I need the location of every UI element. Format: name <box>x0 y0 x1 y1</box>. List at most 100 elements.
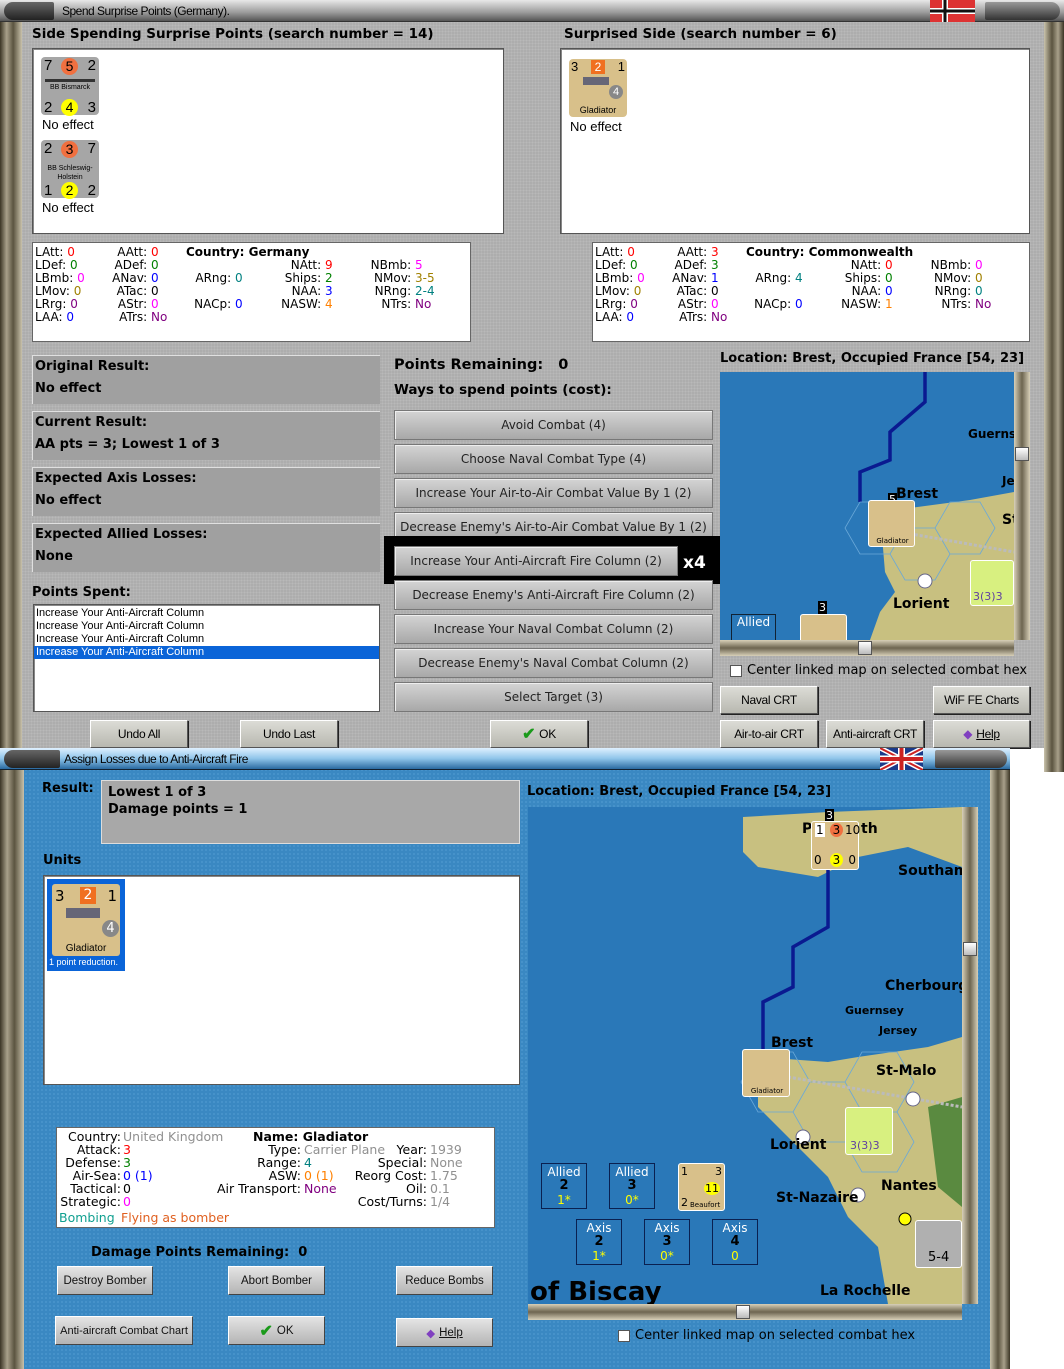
counter-value: 2 <box>681 1196 688 1209</box>
map-label: Guernsey <box>845 1004 904 1017</box>
map-horizontal-scrollbar[interactable] <box>720 640 1014 656</box>
map-counter-corps[interactable]: 3(3)3 <box>845 1107 893 1155</box>
window-buttons[interactable] <box>935 750 1007 768</box>
system-menu-icon[interactable] <box>4 2 54 20</box>
checkbox[interactable] <box>730 664 742 677</box>
decrease-enemy-naval-combat-button[interactable]: Decrease Enemy's Naval Combat Column (2) <box>394 648 713 678</box>
map-view[interactable]: Guerns Je St 5 Brest Gladiator Lorient 3… <box>720 372 1014 640</box>
unit-name: Beaufort <box>690 1201 721 1209</box>
select-target-button[interactable]: Select Target (3) <box>394 682 713 712</box>
unit-result: No effect <box>42 200 94 215</box>
center-linked-checkbox[interactable]: Center linked map on selected combat hex <box>730 663 1027 678</box>
unit-item-selected[interactable]: 3 2 1 4 Gladiator 1 point reduction. <box>47 879 125 971</box>
result-line: Damage points = 1 <box>108 802 248 817</box>
list-item[interactable]: Increase Your Anti-Aircraft Column <box>34 607 379 620</box>
map-counter-gladiator[interactable]: Gladiator <box>868 500 915 547</box>
counter-value: 2 <box>61 182 78 199</box>
increase-air-to-air-button[interactable]: Increase Your Air-to-Air Combat Value By… <box>394 478 713 508</box>
anti-aircraft-crt-button[interactable]: Anti-aircraft CRT <box>826 720 924 748</box>
map-label-lorient: Lorient <box>770 1137 827 1153</box>
axis-combat-box[interactable]: Axis 4 0 <box>712 1219 758 1265</box>
box-side: Allied <box>547 1165 581 1179</box>
result-label: Result: <box>42 781 94 796</box>
allied-combat-box[interactable]: Allied 2 1* <box>541 1163 587 1209</box>
window-title: Assign Losses due to Anti-Aircraft Fire <box>64 752 248 766</box>
undo-all-button[interactable]: Undo All <box>90 720 188 748</box>
window-frame-right <box>990 770 1010 1369</box>
counter-value: 3 <box>61 141 78 158</box>
map-view[interactable]: 3 P 1 3 10 0 3 0 th Southam Cherbourg Gu… <box>528 807 962 1304</box>
flying-as-bomber: Flying as bomber <box>121 1210 230 1225</box>
map-counter-corps[interactable]: 3(3)3 <box>970 560 1014 606</box>
counter-value: 7 <box>44 57 53 74</box>
title-bar[interactable]: Assign Losses due to Anti-Aircraft Fire <box>0 748 1010 770</box>
aa-combat-chart-button[interactable]: Anti-aircraft Combat Chart <box>55 1316 193 1345</box>
counter-value: 1 <box>815 823 825 837</box>
avoid-combat-button[interactable]: Avoid Combat (4) <box>394 410 713 440</box>
help-button[interactable]: ◆ Help <box>396 1318 493 1347</box>
counter-value: 3 <box>571 59 579 74</box>
axis-combat-box[interactable]: Axis 2 1* <box>576 1219 622 1265</box>
unit-name: BB Schleswig-Holstein <box>47 165 93 181</box>
checkbox[interactable] <box>618 1329 630 1342</box>
map-counter-gladiator[interactable]: Gladiator <box>742 1049 790 1097</box>
decrease-enemy-anti-aircraft-button[interactable]: Decrease Enemy's Anti-Aircraft Fire Colu… <box>394 580 713 610</box>
map-counter-ship-stack[interactable]: 1 3 10 0 3 0 <box>811 821 860 870</box>
choose-naval-combat-type-button[interactable]: Choose Naval Combat Type (4) <box>394 444 713 474</box>
panel-label: Original Result: <box>35 359 150 374</box>
counter-value: 11 <box>704 1182 720 1195</box>
help-button[interactable]: ◆ Help <box>933 720 1030 748</box>
wif-fe-charts-button[interactable]: WiF FE Charts <box>933 686 1030 714</box>
stat-laa: LAA: 0 <box>595 311 643 324</box>
points-spent-list[interactable]: Increase Your Anti-Aircraft Column Incre… <box>33 604 380 712</box>
window-buttons[interactable] <box>985 2 1060 20</box>
system-menu-icon[interactable] <box>4 750 60 768</box>
scroll-thumb[interactable] <box>1015 447 1029 461</box>
unit-name: Gladiator <box>876 537 909 545</box>
map-horizontal-scrollbar[interactable] <box>528 1304 962 1320</box>
abort-bomber-button[interactable]: Abort Bomber <box>228 1266 325 1295</box>
air-to-air-crt-button[interactable]: Air-to-air CRT <box>720 720 818 748</box>
map-counter-beaufort[interactable]: 1 3 11 2 Beaufort <box>678 1163 725 1211</box>
ok-button[interactable]: ✔ OK <box>228 1316 325 1345</box>
allied-box[interactable]: Allied <box>731 614 776 640</box>
map-vertical-scrollbar[interactable] <box>1014 372 1030 640</box>
stat-nasw: NASW: 1 <box>819 298 907 311</box>
map-label: th <box>861 821 878 837</box>
help-book-icon: ◆ <box>426 1327 436 1340</box>
increase-anti-aircraft-button[interactable]: Increase Your Anti-Aircraft Fire Column … <box>394 546 678 576</box>
box-side: Axis <box>722 1221 748 1235</box>
counter-value: 2 <box>44 140 53 157</box>
map-vertical-scrollbar[interactable] <box>962 807 978 1304</box>
box-number: 4 <box>730 1234 740 1249</box>
naval-crt-button[interactable]: Naval CRT <box>720 686 818 714</box>
map-counter-bomber[interactable] <box>800 614 847 640</box>
unit-note: 1 point reduction. <box>49 957 119 967</box>
expected-allied-panel: Expected Allied Losses: None <box>32 523 380 572</box>
scroll-thumb[interactable] <box>858 641 872 655</box>
list-item[interactable]: Increase Your Anti-Aircraft Column <box>34 620 379 633</box>
unit-counter-bismarck[interactable]: 7 5 2 BB Bismarck 2 4 3 <box>41 57 99 116</box>
unit-counter-schleswig-holstein[interactable]: 2 3 7 BB Schleswig-Holstein 1 2 2 <box>41 140 99 199</box>
axis-combat-box[interactable]: Axis 3 0* <box>644 1219 690 1265</box>
scroll-thumb[interactable] <box>736 1305 750 1319</box>
reduce-bombs-button[interactable]: Reduce Bombs <box>396 1266 493 1295</box>
unit-counter-gladiator[interactable]: 3 2 1 4 Gladiator <box>569 59 627 117</box>
title-bar[interactable]: Spend Surprise Points (Germany). <box>0 0 1064 22</box>
map-counter-army[interactable]: 5-4 <box>915 1220 962 1268</box>
ok-button[interactable]: ✔ OK <box>490 720 588 748</box>
increase-naval-combat-button[interactable]: Increase Your Naval Combat Column (2) <box>394 614 713 644</box>
panel-label: Expected Allied Losses: <box>35 527 208 542</box>
list-item[interactable]: Increase Your Anti-Aircraft Column <box>34 633 379 646</box>
undo-last-button[interactable]: Undo Last <box>240 720 338 748</box>
box-number: 2 <box>559 1178 569 1193</box>
center-linked-checkbox[interactable]: Center linked map on selected combat hex <box>618 1328 915 1343</box>
allied-combat-box[interactable]: Allied 3 0* <box>609 1163 655 1209</box>
scroll-thumb[interactable] <box>963 942 977 956</box>
box-sub: 0 <box>731 1249 739 1263</box>
unit-name: Gladiator <box>750 1087 784 1095</box>
destroy-bomber-button[interactable]: Destroy Bomber <box>57 1266 153 1295</box>
surprised-units-box: 3 2 1 4 Gladiator No effect <box>560 48 1030 234</box>
units-list[interactable]: 3 2 1 4 Gladiator 1 point reduction. <box>43 875 520 1085</box>
list-item-selected[interactable]: Increase Your Anti-Aircraft Column <box>34 646 379 659</box>
